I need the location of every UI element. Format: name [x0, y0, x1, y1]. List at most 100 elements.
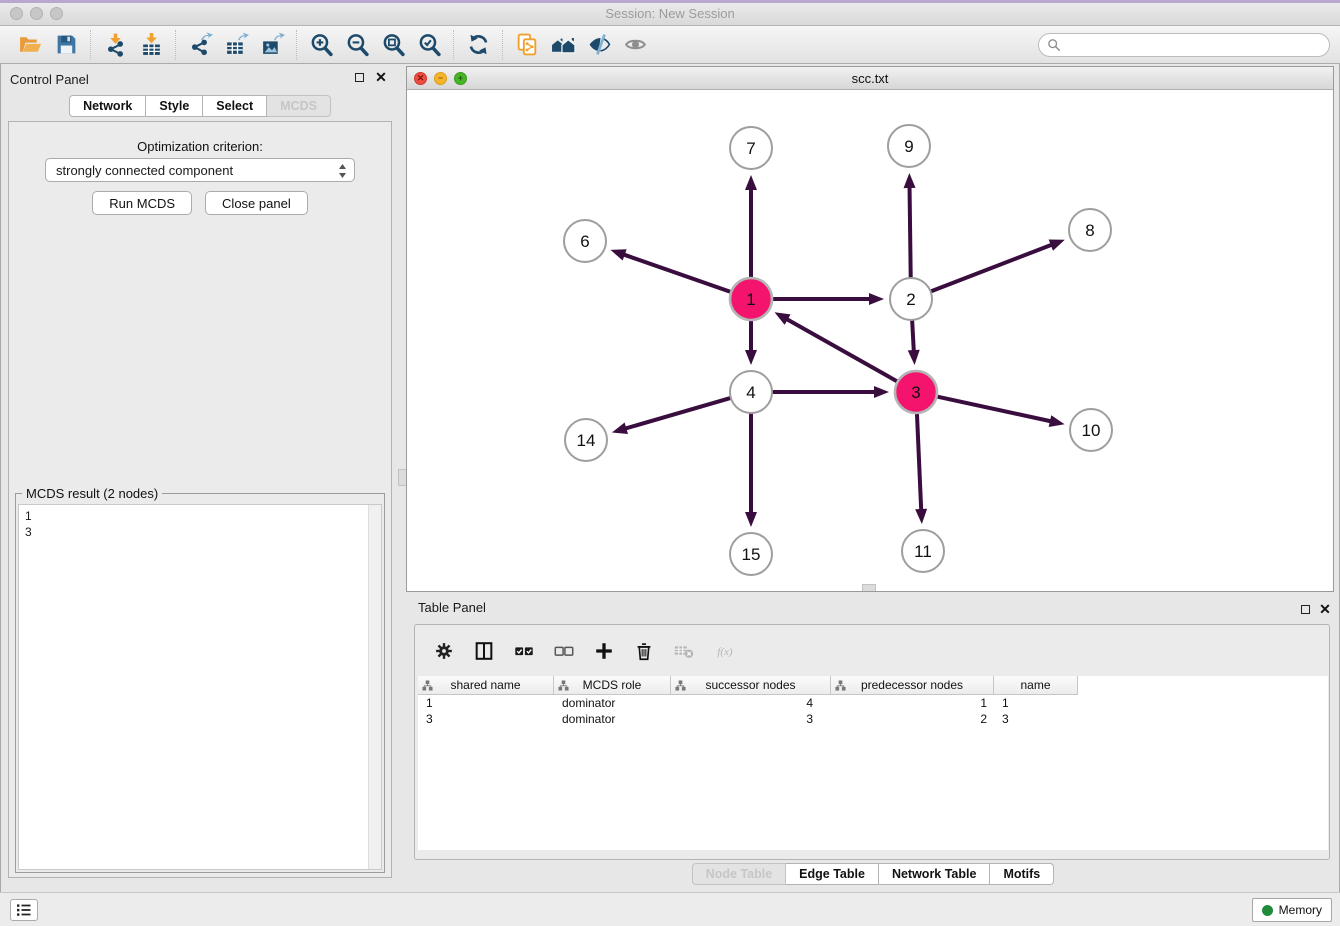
- edge-arrowhead: [610, 249, 626, 260]
- result-scrollbar[interactable]: [368, 505, 381, 869]
- export-table-button[interactable]: [218, 30, 254, 60]
- delete-column-icon: [633, 640, 655, 662]
- table-cell[interactable]: 1: [994, 695, 1078, 711]
- table-cell[interactable]: 1: [831, 695, 994, 711]
- edge-2-9[interactable]: [910, 186, 911, 277]
- edge-4-14[interactable]: [624, 398, 729, 429]
- column-header-shared-name[interactable]: shared name: [418, 676, 554, 695]
- zoom-in-button[interactable]: [303, 30, 339, 60]
- mcds-result-text[interactable]: 13: [18, 504, 382, 870]
- edge-1-6[interactable]: [623, 254, 730, 292]
- save-session-button[interactable]: [48, 30, 84, 60]
- table-cell[interactable]: 4: [671, 695, 831, 711]
- export-network-button[interactable]: [182, 30, 218, 60]
- table-cell[interactable]: 3: [671, 711, 831, 727]
- add-column-button[interactable]: [589, 636, 619, 666]
- column-header-label: name: [1020, 678, 1050, 692]
- horizontal-split-handle[interactable]: [862, 584, 876, 591]
- table-cell[interactable]: 2: [831, 711, 994, 727]
- table-cell[interactable]: 3: [418, 711, 554, 727]
- delete-table-button: [669, 636, 699, 666]
- table-settings-gear-button[interactable]: [429, 636, 459, 666]
- import-network-icon: [103, 32, 128, 57]
- tab-edge-table[interactable]: Edge Table: [786, 863, 879, 885]
- memory-button[interactable]: Memory: [1252, 898, 1332, 922]
- export-table-icon: [224, 32, 249, 57]
- hide-selected-button[interactable]: [581, 30, 617, 60]
- network-window-titlebar[interactable]: ✕ − + scc.txt: [407, 67, 1333, 90]
- export-image-button[interactable]: [254, 30, 290, 60]
- export-image-icon: [260, 32, 285, 57]
- table-panel-float-button[interactable]: [1298, 602, 1312, 616]
- table-panel-close-button[interactable]: ✕: [1318, 602, 1332, 616]
- tab-network[interactable]: Network: [69, 95, 146, 117]
- column-header-MCDS-role[interactable]: MCDS role: [554, 676, 671, 695]
- import-network-button[interactable]: [97, 30, 133, 60]
- task-history-button[interactable]: [10, 899, 38, 921]
- mcds-panel: Optimization criterion: strongly connect…: [8, 121, 392, 878]
- select-all-checkboxes-button[interactable]: [509, 636, 539, 666]
- zoom-selected-icon: [417, 32, 442, 57]
- column-header-label: predecessor nodes: [861, 678, 963, 692]
- open-session-button[interactable]: [12, 30, 48, 60]
- zoom-selected-button[interactable]: [411, 30, 447, 60]
- table-cell[interactable]: dominator: [554, 695, 671, 711]
- delete-column-button[interactable]: [629, 636, 659, 666]
- search-icon: [1047, 38, 1061, 52]
- criterion-dropdown-value: strongly connected component: [56, 163, 233, 178]
- column-header-successor-nodes[interactable]: successor nodes: [671, 676, 831, 695]
- edge-3-11[interactable]: [917, 414, 921, 511]
- tab-select[interactable]: Select: [203, 95, 267, 117]
- select-all-checkboxes-icon: [513, 640, 535, 662]
- control-panel-close-button[interactable]: ✕: [374, 70, 388, 84]
- zoom-out-icon: [345, 32, 370, 57]
- table-cell[interactable]: 1: [418, 695, 554, 711]
- deselect-all-checkboxes-button[interactable]: [549, 636, 579, 666]
- delete-table-icon: [673, 640, 695, 662]
- duplicate-network-button[interactable]: [509, 30, 545, 60]
- edge-3-1[interactable]: [786, 319, 897, 382]
- column-type-icon: [675, 680, 686, 691]
- edge-arrowhead: [908, 350, 920, 365]
- graph-node-label: 15: [742, 545, 761, 564]
- tab-motifs[interactable]: Motifs: [990, 863, 1054, 885]
- control-panel-float-button[interactable]: [352, 70, 366, 84]
- duplicate-network-icon: [515, 32, 540, 57]
- zoom-fit-button[interactable]: [375, 30, 411, 60]
- table-row[interactable]: 3dominator323: [418, 711, 1328, 727]
- dropdown-stepper-icon: [338, 163, 347, 182]
- first-neighbors-button[interactable]: [545, 30, 581, 60]
- tab-mcds[interactable]: MCDS: [267, 95, 331, 117]
- run-mcds-button[interactable]: Run MCDS: [92, 191, 192, 215]
- close-panel-button[interactable]: Close panel: [205, 191, 308, 215]
- panel-columns-button[interactable]: [469, 636, 499, 666]
- toolbar-group: [176, 30, 297, 60]
- task-list-icon: [16, 902, 32, 918]
- graph-node-label: 11: [914, 542, 932, 561]
- search-input[interactable]: [1061, 35, 1329, 55]
- show-graphics-button[interactable]: [617, 30, 653, 60]
- status-bar: Memory: [0, 892, 1340, 926]
- zoom-out-button[interactable]: [339, 30, 375, 60]
- app-title: Session: New Session: [0, 6, 1340, 21]
- column-header-name[interactable]: name: [994, 676, 1078, 695]
- tab-style[interactable]: Style: [146, 95, 203, 117]
- import-table-icon: [139, 32, 164, 57]
- edge-2-8[interactable]: [932, 244, 1053, 291]
- zoom-fit-icon: [381, 32, 406, 57]
- edge-2-3[interactable]: [912, 321, 914, 352]
- criterion-dropdown[interactable]: strongly connected component: [45, 158, 355, 182]
- import-table-button[interactable]: [133, 30, 169, 60]
- edge-3-10[interactable]: [937, 397, 1051, 422]
- column-header-predecessor-nodes[interactable]: predecessor nodes: [831, 676, 994, 695]
- table-cell[interactable]: dominator: [554, 711, 671, 727]
- tab-network-table[interactable]: Network Table: [879, 863, 991, 885]
- network-canvas[interactable]: 7968124314101511: [407, 90, 1333, 591]
- table-row[interactable]: 1dominator411: [418, 695, 1328, 711]
- table-panel-title: Table Panel: [418, 600, 486, 615]
- add-column-icon: [593, 640, 615, 662]
- tab-node-table[interactable]: Node Table: [692, 863, 786, 885]
- search-box[interactable]: [1038, 33, 1330, 57]
- table-cell[interactable]: 3: [994, 711, 1078, 727]
- refresh-network-button[interactable]: [460, 30, 496, 60]
